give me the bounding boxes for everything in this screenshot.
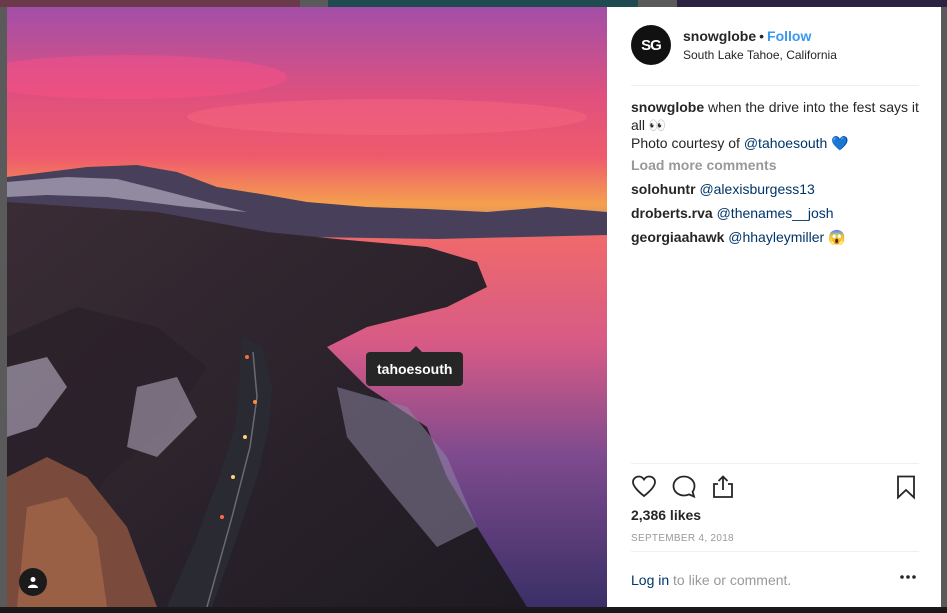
background-tile: [0, 0, 300, 7]
comment-mention[interactable]: @thenames__josh: [717, 205, 834, 221]
caption: snowglobe when the drive into the fest s…: [631, 98, 919, 152]
background-tile: [677, 0, 947, 7]
caption-mention[interactable]: @tahoesouth: [744, 135, 828, 151]
heart-icon[interactable]: [631, 474, 657, 500]
username-link[interactable]: snowglobe: [683, 28, 756, 44]
comment-mention[interactable]: @hhayleymiller: [728, 229, 824, 245]
comment-username[interactable]: georgiaahawk: [631, 229, 724, 245]
post-side-panel: SG snowglobe • Follow South Lake Tahoe, Ca…: [607, 7, 941, 607]
comment-mention[interactable]: @alexisburgess13: [699, 181, 814, 197]
post-date: SEPTEMBER 4, 2018: [631, 533, 734, 544]
comment-username[interactable]: solohuntr: [631, 181, 696, 197]
post-photo[interactable]: tahoesouth: [7, 7, 607, 607]
likes-count[interactable]: 2,386 likes: [631, 507, 701, 523]
share-icon[interactable]: [710, 474, 736, 500]
header-line: snowglobe • Follow: [683, 28, 811, 44]
login-prompt: Log in to like or comment.: [631, 572, 791, 588]
comment-username[interactable]: droberts.rva: [631, 205, 713, 221]
comment-item: georgiaahawk @hhayleymiller 😱: [631, 228, 919, 246]
caption-emoji: 💙: [827, 135, 849, 151]
bookmark-icon[interactable]: [893, 474, 919, 500]
comment-item: solohuntr @alexisburgess13: [631, 180, 919, 198]
avatar-text: SG: [641, 36, 662, 54]
load-more-comments-button[interactable]: Load more comments: [631, 156, 919, 174]
comment-icon[interactable]: [671, 474, 697, 500]
post-footer: Log in to like or comment.: [631, 551, 919, 608]
action-bar: [631, 463, 919, 504]
comment-item: droberts.rva @thenames__josh: [631, 204, 919, 222]
background-tile: [328, 0, 638, 7]
more-options-icon[interactable]: [899, 574, 917, 580]
comment-emoji: 😱: [824, 229, 846, 245]
caption-username[interactable]: snowglobe: [631, 99, 704, 115]
avatar[interactable]: SG: [631, 25, 671, 65]
caption-credit: Photo courtesy of: [631, 135, 744, 151]
comments-section: snowglobe when the drive into the fest s…: [631, 98, 919, 252]
separator-dot: •: [759, 28, 765, 44]
location-link[interactable]: South Lake Tahoe, California: [683, 48, 837, 62]
post-modal: tahoesouth SG snowglobe • Follow South Lak…: [7, 7, 941, 607]
post-header: SG snowglobe • Follow South Lake Tahoe, Ca…: [631, 25, 919, 86]
user-tag-icon[interactable]: [19, 568, 47, 596]
lake-sunset-image: [7, 7, 607, 607]
login-link[interactable]: Log in: [631, 572, 669, 588]
follow-button[interactable]: Follow: [767, 28, 811, 44]
user-tag-tooltip[interactable]: tahoesouth: [366, 346, 464, 386]
login-text: to like or comment.: [669, 572, 792, 588]
